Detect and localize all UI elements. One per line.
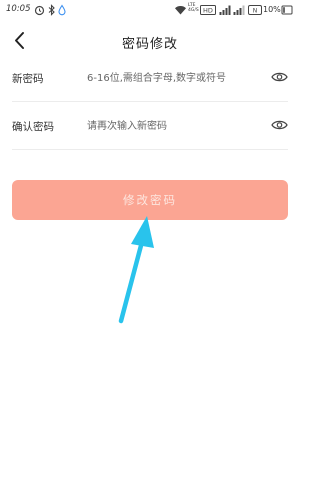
confirm-password-input[interactable]	[87, 115, 263, 137]
network-type: LTE 4G/S	[188, 3, 199, 13]
new-password-row: 新密码	[12, 54, 288, 102]
confirm-password-row: 确认密码	[12, 102, 288, 150]
status-bar: 10:05 LTE 4G/S HD N 10%	[0, 0, 300, 22]
annotation-arrow	[118, 216, 154, 324]
alarm-icon	[34, 5, 45, 16]
show-password-eye-icon[interactable]	[271, 71, 288, 83]
battery-icon	[281, 5, 293, 15]
password-change-screen: 10:05 LTE 4G/S HD N 10% 密码修改 新密码 确认密码 修改…	[0, 0, 300, 495]
confirm-password-label: 确认密码	[12, 121, 54, 133]
status-time: 10:05	[6, 4, 31, 14]
signal-icon-1	[219, 5, 231, 15]
new-password-label: 新密码	[12, 73, 44, 85]
bluetooth-icon	[48, 4, 55, 16]
nfc-icon: N	[248, 5, 262, 15]
show-confirm-password-eye-icon[interactable]	[271, 119, 288, 131]
signal-icon-2	[233, 5, 245, 15]
new-password-input[interactable]	[87, 67, 263, 89]
battery-percent: 10%	[263, 5, 281, 14]
water-drop-icon	[58, 4, 66, 16]
page-title: 密码修改	[121, 37, 178, 52]
svg-text:HD: HD	[203, 7, 213, 15]
hd-icon: HD	[200, 5, 216, 15]
wifi-icon	[175, 6, 186, 15]
svg-text:N: N	[253, 8, 258, 15]
